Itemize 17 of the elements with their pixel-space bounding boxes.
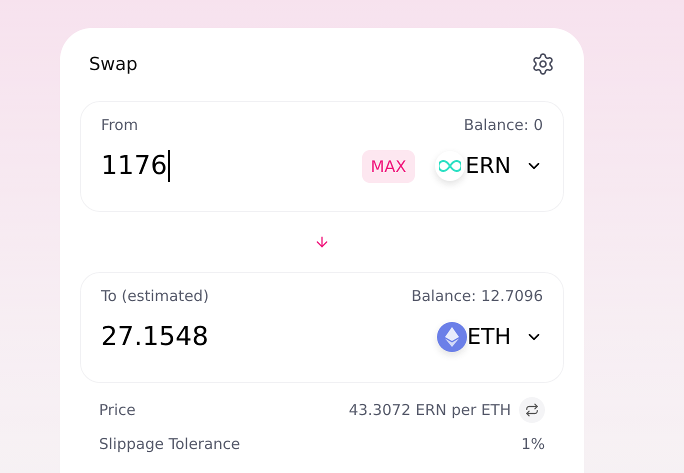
- detail-value: 1%: [521, 435, 545, 453]
- detail-label: Price: [99, 401, 136, 419]
- panel-label: To (estimated): [101, 287, 209, 305]
- ethereum-logo-icon: [437, 322, 468, 352]
- card-title: Swap: [89, 54, 138, 74]
- amount-field[interactable]: 27.1548: [101, 319, 438, 355]
- infinity-logo-icon: [435, 151, 466, 181]
- detail-value: 43.3072 ERN per ETH: [348, 401, 511, 419]
- token-select[interactable]: ERN: [465, 154, 543, 178]
- panel-label: From: [101, 116, 138, 134]
- balance-text: Balance: 12.7096: [411, 287, 543, 305]
- settings-icon[interactable]: [531, 52, 555, 76]
- amount-field[interactable]: 1176: [101, 148, 362, 184]
- balance-text: Balance: 0: [464, 116, 543, 134]
- detail-label: Slippage Tolerance: [99, 435, 240, 453]
- swap-rate-icon[interactable]: [519, 397, 545, 423]
- token-select[interactable]: ETH: [467, 324, 543, 350]
